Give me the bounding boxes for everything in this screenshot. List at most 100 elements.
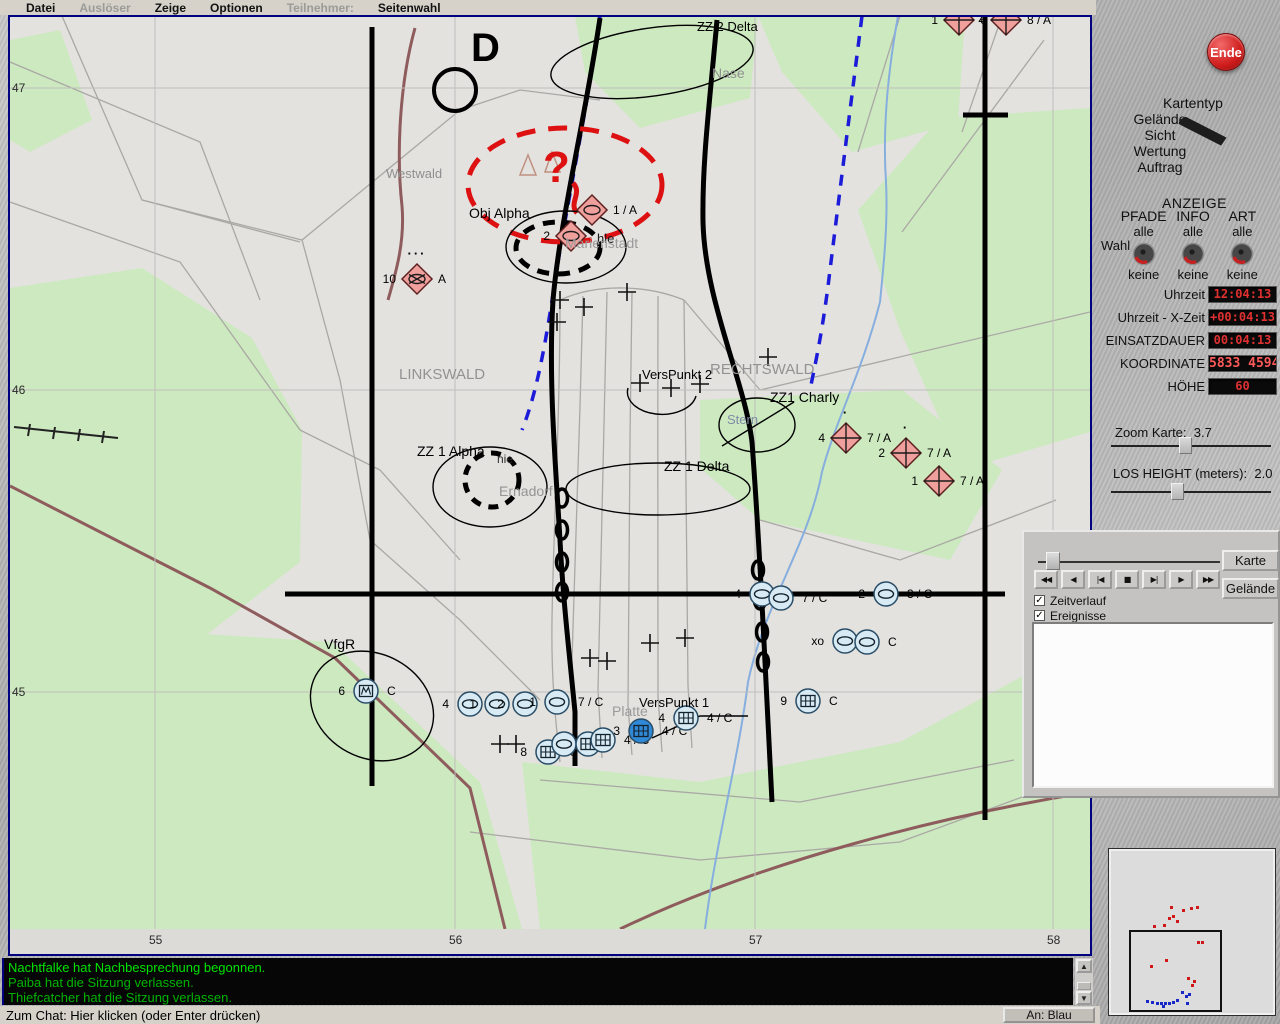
anzeige-name-info: INFO	[1176, 208, 1210, 224]
menu-item-datei[interactable]: Datei	[26, 1, 55, 15]
uhrzeit-value: 12:04:13	[1208, 286, 1277, 303]
uhrzeit-x-zeit-value: +00:04:13	[1208, 309, 1277, 326]
los-height-label: LOS HEIGHT (meters): 2.0	[1113, 466, 1272, 481]
unit-label-left: 1	[931, 15, 938, 27]
checkbox-zeitverlauf[interactable]: ✓	[1034, 595, 1045, 606]
map-unit-friendly-21[interactable]: 7 / C	[761, 578, 827, 618]
minimap-blue-dot	[1162, 1005, 1165, 1008]
minimap-red-dot	[1201, 941, 1204, 944]
h-he-value: 60	[1208, 378, 1277, 395]
unit-label-left: 4	[442, 697, 449, 711]
toggle-knob-art[interactable]	[1229, 241, 1255, 267]
chat-message-2: Thiefcatcher hat die Sitzung verlassen.	[8, 990, 233, 1005]
menu-item-seitenwahl[interactable]: Seitenwahl	[378, 1, 441, 15]
replay-event-list[interactable]	[1032, 622, 1274, 788]
checkbox-row-ereignisse: ✓ Ereignisse	[1034, 608, 1106, 623]
overview-minimap[interactable]	[1108, 848, 1276, 1016]
unit-label-left: 8	[520, 745, 527, 759]
minimap-red-dot	[1191, 984, 1194, 987]
unit-label-left: 2	[878, 446, 885, 460]
kartentyp-option-wertung[interactable]: Wertung	[1105, 143, 1215, 159]
map-unit-friendly-8[interactable]: 6C	[338, 671, 396, 711]
readout-row-koordinate: KOORDINATE 5833 4594	[1098, 352, 1280, 375]
grid-x-57: 57	[749, 933, 763, 947]
unit-label-left: 2	[497, 697, 504, 711]
map-unit-friendly-12[interactable]: 1 7 / C	[529, 682, 603, 722]
toggle-knob-pfade[interactable]	[1131, 241, 1157, 267]
minimap-red-dot	[1172, 915, 1175, 918]
readout-label-uhrzeit-x-zeit: Uhrzeit - X-Zeit	[1117, 310, 1205, 325]
menu-item-zeige[interactable]: Zeige	[155, 1, 186, 15]
map-unit-enemy-2[interactable]: 10 A ···	[383, 246, 446, 299]
map-unit-friendly-22[interactable]: 2 3 / C	[858, 574, 932, 614]
anzeige-top-info: alle	[1182, 224, 1204, 239]
map-label-obj-alpha: Obj Alpha	[469, 205, 530, 221]
map-label-linkswald: LINKSWALD	[399, 366, 486, 383]
minimap-red-dot	[1182, 909, 1185, 912]
play-reverse-button[interactable]: ◀	[1061, 570, 1085, 589]
map-unit-enemy-6[interactable]: 16	[931, 17, 987, 40]
map-label-zz1-charly: ZZ1 Charly	[770, 389, 840, 405]
anzeige-name-art: ART	[1228, 208, 1257, 224]
anzeige-column-art: ART alle keine	[1218, 208, 1267, 282]
grid-x-58: 58	[1047, 933, 1061, 947]
unit-label-right: 7 / A	[960, 474, 985, 488]
unit-label-right: 1 / A	[613, 203, 638, 217]
minimap-blue-dot	[1168, 1002, 1171, 1005]
map-unit-enemy-7[interactable]: 4 8 / A	[978, 17, 1051, 40]
los-height-slider-thumb[interactable]	[1171, 483, 1184, 500]
replay-timeline-slider[interactable]	[1038, 552, 1220, 570]
los-height-slider[interactable]	[1111, 483, 1271, 500]
stop-button[interactable]: ■	[1115, 570, 1139, 589]
map-unit-friendly-24[interactable]: C	[847, 622, 897, 662]
map-label-: ?	[543, 143, 570, 192]
diamond-symbol-icon	[922, 464, 956, 498]
map-label-verspunkt-1: VersPunkt 1	[639, 695, 710, 710]
diamond-symbol-icon	[989, 17, 1023, 37]
map-unit-enemy-5[interactable]: 1 7 / A	[911, 461, 984, 501]
play-button[interactable]: ▶	[1169, 570, 1193, 589]
chat-status-text[interactable]: Zum Chat: Hier klicken (oder Enter drück…	[6, 1008, 260, 1023]
simulation-app: { "menu": { "items": [ {"label":"Datei",…	[0, 0, 1280, 1024]
fast-forward-button[interactable]: ▶▶	[1196, 570, 1220, 589]
map-label-marienstadt: Marienstadt	[565, 235, 639, 251]
map-unit-enemy-3[interactable]: 47 / A ·	[818, 405, 891, 458]
unit-label-right: 7 / A	[927, 446, 952, 460]
minimap-blue-dot	[1181, 991, 1184, 994]
menu-item-optionen[interactable]: Optionen	[210, 1, 263, 15]
chat-scrollbar[interactable]: ▲ ▼	[1075, 958, 1093, 1005]
gelaende-button[interactable]: Gelände	[1222, 578, 1279, 599]
minimap-red-dot	[1168, 917, 1171, 920]
chat-log[interactable]: Nachtfalke hat Nachbesprechung begonnen.…	[2, 958, 1073, 1005]
readout-row-uhrzeit-x-zeit: Uhrzeit - X-Zeit +00:04:13	[1098, 306, 1280, 329]
anzeige-name-pfade: PFADE	[1120, 208, 1167, 224]
map-label-nase: Nase	[712, 65, 745, 81]
step-back-button[interactable]: |◀	[1088, 570, 1112, 589]
replay-timeline-thumb[interactable]	[1046, 552, 1060, 570]
chat-scroll-up-icon[interactable]: ▲	[1076, 959, 1092, 973]
unit-label-left: 3	[613, 724, 620, 738]
ende-button[interactable]: Ende	[1207, 33, 1245, 71]
checkbox-ereignisse[interactable]: ✓	[1034, 610, 1045, 621]
chat-scroll-thumb[interactable]	[1077, 982, 1091, 990]
unit-label-right: C	[888, 635, 897, 649]
karte-button[interactable]: Karte	[1222, 550, 1279, 571]
map-canvas[interactable]: D ZZ 2 Delta Nase Westwald Obj Alpha? hle Mari…	[8, 15, 1092, 956]
map-label-zz-2-delta: ZZ 2 Delta	[697, 19, 758, 34]
chat-recipient-button[interactable]: An: Blau	[1003, 1007, 1095, 1023]
zoom-karte-slider[interactable]	[1111, 437, 1271, 454]
zoom-karte-slider-thumb[interactable]	[1179, 437, 1192, 454]
chat-scroll-down-icon[interactable]: ▼	[1076, 991, 1092, 1005]
unit-label-left: 4	[734, 587, 741, 601]
unit-label-left: 4	[818, 431, 825, 445]
toggle-knob-icon	[1231, 242, 1254, 266]
kartentyp-option-auftrag[interactable]: Auftrag	[1105, 159, 1215, 175]
map-unit-friendly-19[interactable]: 9C	[780, 681, 838, 721]
map-label-verspunkt-2: VersPunkt 2	[642, 367, 713, 382]
map-label-ernadorf: Ernadorf	[499, 483, 553, 499]
minimap-red-dot	[1153, 925, 1156, 928]
rewind-button[interactable]: ◀◀	[1034, 570, 1058, 589]
unit-label-right: 3 / C	[907, 587, 933, 601]
step-forward-button[interactable]: ▶|	[1142, 570, 1166, 589]
toggle-knob-info[interactable]	[1180, 241, 1206, 267]
